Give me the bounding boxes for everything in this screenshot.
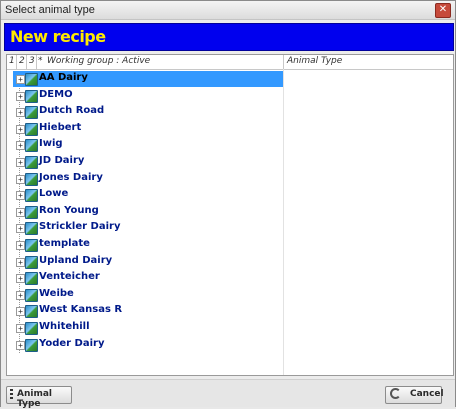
tree-row[interactable]: + Dutch Road bbox=[7, 104, 453, 120]
tree-row-label: Yoder Dairy bbox=[39, 337, 105, 349]
farm-icon bbox=[25, 338, 38, 352]
expand-icon[interactable]: + bbox=[16, 108, 25, 118]
animal-type-button[interactable]: Animal Type bbox=[6, 386, 72, 409]
tree-row-label: West Kansas R bbox=[39, 304, 123, 316]
farm-icon bbox=[25, 305, 38, 319]
tree-row-label: DEMO bbox=[39, 88, 73, 100]
expand-icon[interactable]: + bbox=[16, 224, 25, 234]
banner-title: New recipe bbox=[10, 27, 106, 46]
banner: New recipe bbox=[4, 23, 454, 51]
working-group-header[interactable]: Working group : Active bbox=[47, 56, 150, 66]
tree-row[interactable]: + Jones Dairy bbox=[7, 171, 453, 187]
window-title: Select animal type bbox=[5, 4, 95, 16]
expand-icon[interactable]: + bbox=[16, 324, 25, 333]
tree-row-label: Iwig bbox=[39, 138, 63, 150]
button-bar: Animal Type Cancel bbox=[1, 379, 455, 409]
tree-row-label: Whitehill bbox=[39, 321, 90, 332]
expand-icon[interactable]: + bbox=[16, 241, 25, 250]
tree-row[interactable]: + template bbox=[7, 237, 453, 253]
expand-icon[interactable]: + bbox=[16, 191, 25, 201]
farm-icon bbox=[25, 322, 38, 335]
tree-row-label: Lowe bbox=[39, 188, 69, 200]
tree-row[interactable]: + JD Dairy bbox=[7, 154, 453, 170]
tree-row[interactable]: + DEMO bbox=[7, 88, 453, 104]
expand-icon[interactable]: + bbox=[16, 307, 25, 317]
grid-header: 1 2 3 * Working group : Active Animal Ty… bbox=[7, 55, 453, 70]
tree-row-label: JD Dairy bbox=[39, 155, 85, 166]
expand-icon[interactable]: + bbox=[16, 75, 25, 84]
expand-icon[interactable]: + bbox=[16, 141, 25, 151]
tree-grid[interactable]: 1 2 3 * Working group : Active Animal Ty… bbox=[6, 54, 454, 376]
cancel-button[interactable]: Cancel bbox=[385, 386, 444, 404]
tree-row-label: Strickler Dairy bbox=[39, 221, 121, 233]
animal-type-header[interactable]: Animal Type bbox=[287, 56, 342, 66]
level-2-header[interactable]: 2 bbox=[19, 56, 25, 66]
tree-row[interactable]: + Lowe bbox=[7, 187, 453, 203]
tree-row-label: Dutch Road bbox=[39, 105, 105, 117]
cancel-icon bbox=[390, 388, 401, 399]
farm-icon bbox=[25, 189, 38, 203]
expand-icon[interactable]: + bbox=[16, 290, 25, 300]
farm-icon bbox=[25, 89, 38, 103]
expand-icon[interactable]: + bbox=[16, 340, 25, 350]
farm-icon bbox=[25, 205, 38, 219]
farm-icon bbox=[25, 222, 38, 236]
tree-row-label: Upland Dairy bbox=[39, 254, 113, 266]
tree-row[interactable]: + Upland Dairy bbox=[7, 254, 453, 270]
dialog-window: Select animal type ✕ New recipe 1 2 3 * … bbox=[0, 0, 456, 409]
tree-row[interactable]: + Ron Young bbox=[7, 204, 453, 220]
list-icon bbox=[10, 389, 13, 399]
tree-row[interactable]: + Strickler Dairy bbox=[7, 220, 453, 236]
close-icon: ✕ bbox=[438, 4, 448, 15]
farm-icon bbox=[25, 272, 38, 286]
farm-icon bbox=[25, 139, 38, 153]
tree-row[interactable]: + Iwig bbox=[7, 137, 453, 153]
tree-row-label: Venteicher bbox=[39, 271, 100, 283]
tree-row-label: Ron Young bbox=[39, 204, 99, 216]
star-header[interactable]: * bbox=[38, 56, 43, 66]
tree-row[interactable]: + West Kansas R bbox=[7, 303, 453, 319]
farm-icon bbox=[25, 172, 38, 186]
level-1-header[interactable]: 1 bbox=[9, 56, 15, 66]
farm-icon bbox=[25, 106, 38, 120]
farm-icon bbox=[25, 122, 38, 136]
farm-icon bbox=[25, 255, 38, 269]
tree-row-label: AA Dairy bbox=[39, 72, 88, 83]
farm-icon bbox=[25, 73, 38, 86]
tree-row-label: Hiebert bbox=[39, 121, 82, 133]
tree-row-label: template bbox=[39, 238, 90, 249]
tree-row[interactable]: + Venteicher bbox=[7, 270, 453, 286]
tree-row[interactable]: + AA Dairy bbox=[7, 71, 453, 87]
tree-row[interactable]: + Weibe bbox=[7, 287, 453, 303]
expand-icon[interactable]: + bbox=[16, 257, 25, 267]
expand-icon[interactable]: + bbox=[16, 274, 25, 284]
expand-icon[interactable]: + bbox=[16, 174, 25, 184]
tree-row[interactable]: + Whitehill bbox=[7, 320, 453, 336]
expand-icon[interactable]: + bbox=[16, 207, 25, 217]
title-bar: Select animal type ✕ bbox=[1, 1, 455, 20]
farm-icon bbox=[25, 288, 38, 302]
tree-row[interactable]: + Yoder Dairy bbox=[7, 337, 453, 353]
close-button[interactable]: ✕ bbox=[435, 3, 451, 18]
tree-row[interactable]: + Hiebert bbox=[7, 121, 453, 137]
tree-row-label: Jones Dairy bbox=[39, 171, 103, 183]
level-3-header[interactable]: 3 bbox=[29, 56, 35, 66]
tree-row-label: Weibe bbox=[39, 287, 74, 299]
farm-icon bbox=[25, 156, 38, 169]
farm-icon bbox=[25, 239, 38, 252]
expand-icon[interactable]: + bbox=[16, 124, 25, 134]
expand-icon[interactable]: + bbox=[16, 158, 25, 167]
expand-icon[interactable]: + bbox=[16, 91, 25, 101]
